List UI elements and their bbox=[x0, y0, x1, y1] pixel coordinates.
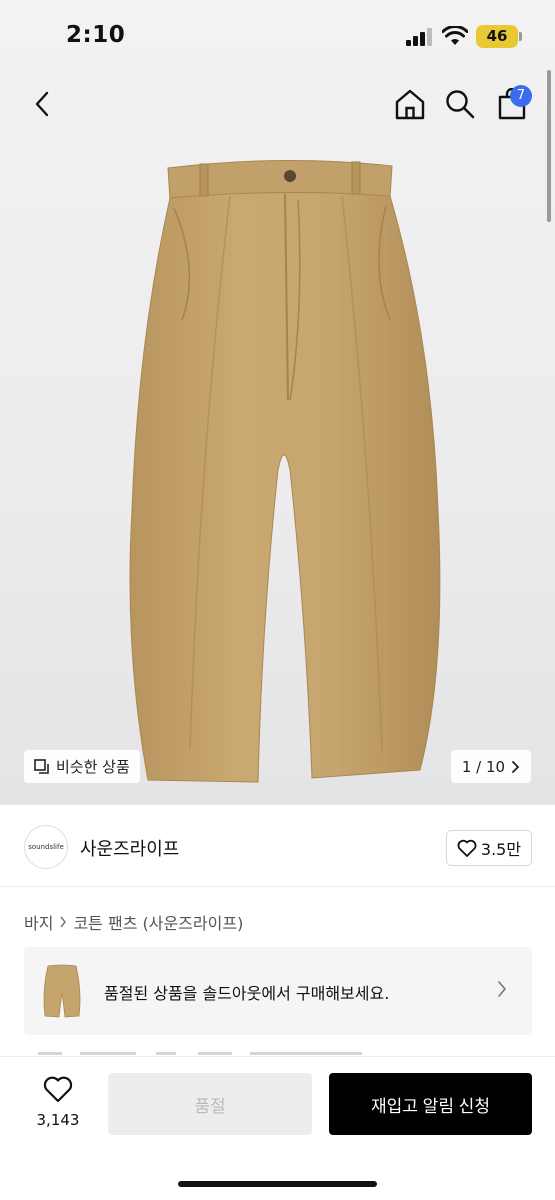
product-gallery[interactable]: 2:10 46 7 비슷한 상품 1 / 10 bbox=[0, 0, 555, 805]
heart-icon bbox=[457, 839, 477, 857]
copy-icon bbox=[34, 758, 49, 774]
heart-icon bbox=[43, 1076, 73, 1103]
wifi-icon bbox=[442, 26, 468, 45]
battery-cap bbox=[519, 32, 522, 41]
breadcrumb: 바지 코튼 팬츠 (사운즈라이프) bbox=[24, 910, 243, 934]
home-button[interactable] bbox=[390, 84, 430, 124]
similar-products-label: 비슷한 상품 bbox=[56, 758, 130, 776]
chevron-right-icon bbox=[512, 760, 520, 773]
scrollbar[interactable] bbox=[547, 70, 551, 222]
brand-logo[interactable]: soundslife bbox=[24, 825, 68, 869]
status-time: 2:10 bbox=[66, 22, 126, 48]
soldout-banner[interactable]: 품절된 상품을 솔드아웃에서 구매해보세요. bbox=[24, 947, 532, 1035]
brand-row: soundslife 사운즈라이프 3.5만 bbox=[0, 805, 555, 887]
search-button[interactable] bbox=[440, 84, 480, 124]
search-icon bbox=[446, 90, 475, 119]
product-image bbox=[129, 159, 441, 783]
status-bar: 2:10 46 bbox=[0, 0, 555, 74]
battery-indicator: 46 bbox=[476, 25, 518, 48]
cart-count-badge: 7 bbox=[510, 85, 532, 107]
back-button[interactable] bbox=[22, 84, 62, 124]
brand-logo-text: soundslife bbox=[28, 843, 64, 851]
breadcrumb-item[interactable]: 코튼 팬츠 (사운즈라이프) bbox=[73, 910, 243, 934]
soldout-banner-text: 품절된 상품을 솔드아웃에서 구매해보세요. bbox=[104, 984, 390, 1003]
image-page-indicator[interactable]: 1 / 10 bbox=[451, 750, 531, 783]
home-icon bbox=[395, 89, 425, 120]
breadcrumb-category[interactable]: 바지 bbox=[24, 910, 53, 934]
chevron-right-icon bbox=[498, 981, 507, 997]
wishlist-button[interactable]: 3,143 bbox=[30, 1075, 86, 1129]
chevron-right-icon bbox=[60, 916, 67, 928]
soldout-button[interactable]: 품절 bbox=[108, 1073, 312, 1135]
wishlist-count: 3,143 bbox=[36, 1111, 80, 1129]
home-indicator bbox=[178, 1181, 377, 1187]
brand-like-count: 3.5만 bbox=[480, 840, 522, 859]
similar-products-button[interactable]: 비슷한 상품 bbox=[24, 750, 140, 783]
page-indicator-text: 1 / 10 bbox=[461, 757, 506, 776]
restock-alert-button[interactable]: 재입고 알림 신청 bbox=[329, 1073, 532, 1135]
brand-like-button[interactable]: 3.5만 bbox=[446, 830, 532, 866]
bottom-action-bar: 3,143 품절 재입고 알림 신청 bbox=[0, 1056, 555, 1200]
chevron-left-icon bbox=[35, 91, 49, 117]
cellular-signal-icon bbox=[406, 28, 434, 46]
brand-name[interactable]: 사운즈라이프 bbox=[80, 835, 179, 861]
product-thumbnail bbox=[43, 964, 81, 1018]
